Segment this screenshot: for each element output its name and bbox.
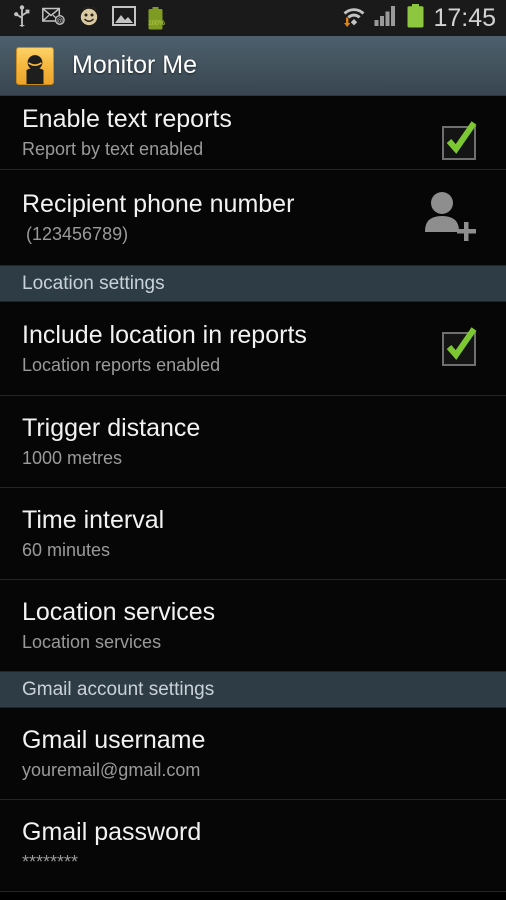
usb-icon — [14, 4, 30, 32]
wifi-transfer-icon — [341, 4, 367, 33]
settings-list[interactable]: Enable text reports Report by text enabl… — [0, 96, 506, 892]
status-bar-right-icons: 17:45 — [334, 3, 496, 33]
checkbox-enable-text-reports[interactable] — [442, 121, 477, 160]
setting-title: Trigger distance — [22, 414, 201, 442]
status-bar[interactable]: @ 100% 17:45 — [0, 0, 506, 36]
row-text: Trigger distance 1000 metres — [22, 414, 200, 469]
cellular-signal-icon — [374, 4, 400, 32]
row-text: Recipient phone number (123456789) — [22, 190, 294, 245]
status-bar-clock: 17:45 — [433, 3, 496, 32]
row-text: Include location in reports Location rep… — [22, 321, 307, 376]
setting-title: Location services — [22, 598, 216, 626]
action-bar: Monitor Me — [0, 36, 506, 96]
setting-summary: Report by text enabled — [22, 138, 204, 159]
setting-row-enable-text-reports[interactable]: Enable text reports Report by text enabl… — [0, 96, 506, 170]
smiley-icon — [78, 5, 100, 32]
setting-row-trigger-distance[interactable]: Trigger distance 1000 metres — [0, 396, 506, 488]
row-widget — [420, 189, 480, 246]
checkbox-include-location-in-reports[interactable] — [442, 326, 477, 366]
email-icon: @ — [42, 7, 66, 30]
setting-title: Include location in reports — [22, 321, 307, 349]
battery-percent-label: 100% — [148, 19, 165, 27]
setting-summary: 1000 metres — [22, 447, 123, 468]
section-header-location-settings: Location settings — [0, 266, 506, 302]
setting-title: Recipient phone number — [22, 190, 295, 218]
page-title: Monitor Me — [72, 51, 198, 79]
svg-text:@: @ — [56, 18, 63, 25]
setting-summary: Location services — [22, 631, 162, 652]
setting-title: Time interval — [22, 506, 165, 534]
row-widget — [442, 121, 490, 160]
setting-row-location-services[interactable]: Location services Location services — [0, 580, 506, 672]
setting-row-gmail-password[interactable]: Gmail password ******** — [0, 800, 506, 892]
row-widget — [442, 326, 490, 366]
section-header-label: Gmail account settings — [22, 679, 215, 700]
setting-title: Gmail username — [22, 726, 206, 754]
row-text: Time interval 60 minutes — [22, 506, 164, 561]
person-avatar-icon[interactable] — [16, 46, 54, 85]
setting-summary: (123456789) — [26, 223, 129, 244]
row-text: Location services Location services — [22, 598, 215, 653]
setting-title: Enable text reports — [22, 105, 232, 133]
setting-row-gmail-username[interactable]: Gmail username youremail@gmail.com — [0, 708, 506, 800]
battery-icon — [407, 3, 424, 33]
setting-summary: ******** — [22, 851, 79, 872]
row-text: Gmail username youremail@gmail.com — [22, 726, 205, 781]
battery-charge-icon: 100% — [148, 6, 165, 30]
setting-summary: 60 minutes — [22, 539, 111, 560]
setting-summary: youremail@gmail.com — [22, 759, 201, 780]
setting-row-include-location-in-reports[interactable]: Include location in reports Location rep… — [0, 302, 506, 396]
setting-row-recipient-phone-number[interactable]: Recipient phone number (123456789) — [0, 170, 506, 266]
add-contact-icon[interactable] — [420, 189, 480, 246]
status-bar-left-icons: @ 100% — [14, 4, 175, 32]
screenshot-image-icon — [112, 5, 136, 31]
row-text: Gmail password ******** — [22, 818, 201, 873]
setting-summary: Location reports enabled — [22, 354, 221, 375]
setting-title: Gmail password — [22, 818, 202, 846]
section-header-label: Location settings — [22, 273, 165, 294]
row-text: Enable text reports Report by text enabl… — [22, 105, 232, 160]
section-header-gmail-account-settings: Gmail account settings — [0, 672, 506, 708]
setting-row-time-interval[interactable]: Time interval 60 minutes — [0, 488, 506, 580]
